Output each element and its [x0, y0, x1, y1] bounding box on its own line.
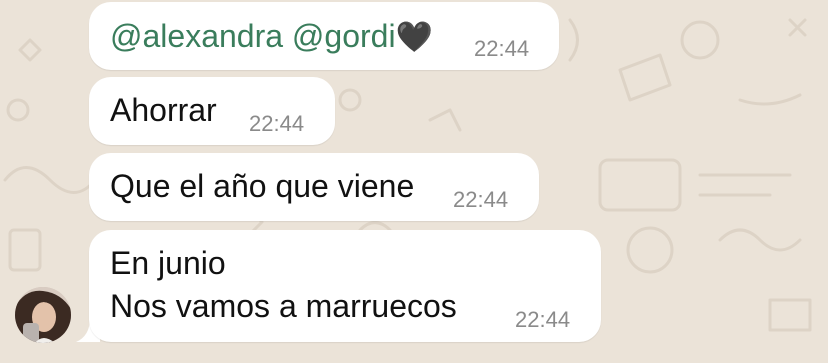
message-time: 22:44: [515, 307, 571, 332]
message-text: Que el año que viene: [110, 168, 415, 204]
avatar[interactable]: [15, 287, 71, 343]
message-line-2: Nos vamos a marruecos: [110, 288, 457, 324]
message-time: 22:44: [249, 111, 305, 136]
message-bubble-4[interactable]: En junio Nos vamos a marruecos 22:44: [89, 230, 601, 342]
mention-alexandra[interactable]: @alexandra: [110, 18, 283, 54]
message-time: 22:44: [474, 36, 530, 61]
mention-gordi[interactable]: @gordi: [292, 18, 396, 54]
message-bubble-2[interactable]: Ahorrar 22:44: [89, 77, 335, 145]
message-line-1: En junio: [110, 245, 226, 281]
black-heart-emoji: 🖤: [395, 21, 433, 54]
message-bubble-1[interactable]: @alexandra @gordi🖤 22:44: [89, 2, 559, 70]
message-bubble-3[interactable]: Que el año que viene 22:44: [89, 153, 539, 221]
message-text: @alexandra @gordi🖤: [110, 15, 433, 59]
message-time: 22:44: [453, 187, 509, 212]
profile-photo-icon: [15, 287, 71, 343]
message-text: Ahorrar: [110, 92, 217, 128]
